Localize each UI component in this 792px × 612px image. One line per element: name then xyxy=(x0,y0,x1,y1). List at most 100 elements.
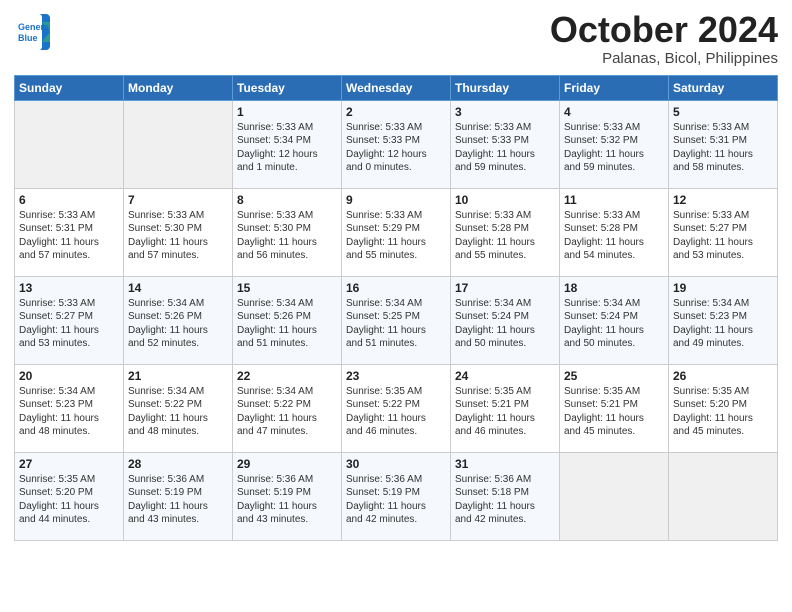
calendar-cell: 16Sunrise: 5:34 AM Sunset: 5:25 PM Dayli… xyxy=(342,276,451,364)
calendar-cell: 13 Sunrise: 5:33 AM Sunset: 5:27 PM Dayli… xyxy=(15,276,124,364)
day-number: 15 xyxy=(237,281,337,295)
day-number: 25 xyxy=(564,369,664,383)
day-info: Sunrise: 5:34 AM Sunset: 5:25 PM Dayligh… xyxy=(346,297,446,351)
day-number: 12 xyxy=(673,193,773,207)
day-info: Sunrise: 5:36 AM Sunset: 5:19 PM Dayligh… xyxy=(237,473,337,527)
calendar-cell: 3Sunrise: 5:33 AM Sunset: 5:33 PM Daylig… xyxy=(451,100,560,188)
calendar-cell: 9 Sunrise: 5:33 AM Sunset: 5:29 PM Daylig… xyxy=(342,188,451,276)
calendar-cell: 30 Sunrise: 5:36 AM Sunset: 5:19 PM Dayli… xyxy=(342,452,451,540)
day-number: 13 xyxy=(19,281,119,295)
day-number: 23 xyxy=(346,369,446,383)
page-subtitle: Palanas, Bicol, Philippines xyxy=(550,50,778,67)
day-info: Sunrise: 5:34 AM Sunset: 5:24 PM Dayligh… xyxy=(564,297,664,351)
day-number: 8 xyxy=(237,193,337,207)
day-info: Sunrise: 5:34 AM Sunset: 5:23 PM Dayligh… xyxy=(19,385,119,439)
calendar-cell: 4Sunrise: 5:33 AM Sunset: 5:32 PM Daylig… xyxy=(560,100,669,188)
calendar-table: SundayMondayTuesdayWednesdayThursdayFrid… xyxy=(14,75,778,541)
day-info: Sunrise: 5:35 AM Sunset: 5:21 PM Dayligh… xyxy=(564,385,664,439)
day-info: Sunrise: 5:33 AM Sunset: 5:28 PM Dayligh… xyxy=(564,209,664,263)
day-number: 11 xyxy=(564,193,664,207)
day-number: 14 xyxy=(128,281,228,295)
calendar-cell: 1 Sunrise: 5:33 AM Sunset: 5:34 PM Daylig… xyxy=(233,100,342,188)
day-number: 4 xyxy=(564,105,664,119)
day-number: 2 xyxy=(346,105,446,119)
day-number: 26 xyxy=(673,369,773,383)
calendar-cell: 21 Sunrise: 5:34 AM Sunset: 5:22 PM Dayli… xyxy=(124,364,233,452)
day-number: 5 xyxy=(673,105,773,119)
day-number: 30 xyxy=(346,457,446,471)
calendar-cell: 12Sunrise: 5:33 AM Sunset: 5:27 PM Dayli… xyxy=(669,188,778,276)
calendar-cell: 17 Sunrise: 5:34 AM Sunset: 5:24 PM Dayli… xyxy=(451,276,560,364)
calendar-cell: 26 Sunrise: 5:35 AM Sunset: 5:20 PM Dayli… xyxy=(669,364,778,452)
column-header-sunday: Sunday xyxy=(15,75,124,100)
day-info: Sunrise: 5:35 AM Sunset: 5:21 PM Dayligh… xyxy=(455,385,555,439)
calendar-cell: 8 Sunrise: 5:33 AM Sunset: 5:30 PM Daylig… xyxy=(233,188,342,276)
calendar-cell xyxy=(560,452,669,540)
day-number: 19 xyxy=(673,281,773,295)
calendar-cell: 10 Sunrise: 5:33 AM Sunset: 5:28 PM Dayli… xyxy=(451,188,560,276)
calendar-cell: 15Sunrise: 5:34 AM Sunset: 5:26 PM Dayli… xyxy=(233,276,342,364)
calendar-cell: 22Sunrise: 5:34 AM Sunset: 5:22 PM Dayli… xyxy=(233,364,342,452)
day-number: 10 xyxy=(455,193,555,207)
day-info: Sunrise: 5:36 AM Sunset: 5:19 PM Dayligh… xyxy=(346,473,446,527)
day-info: Sunrise: 5:33 AM Sunset: 5:31 PM Dayligh… xyxy=(673,121,773,175)
svg-text:Blue: Blue xyxy=(18,33,38,43)
calendar-cell: 7 Sunrise: 5:33 AM Sunset: 5:30 PM Daylig… xyxy=(124,188,233,276)
day-info: Sunrise: 5:35 AM Sunset: 5:20 PM Dayligh… xyxy=(19,473,119,527)
day-number: 29 xyxy=(237,457,337,471)
calendar-cell: 24Sunrise: 5:35 AM Sunset: 5:21 PM Dayli… xyxy=(451,364,560,452)
day-number: 18 xyxy=(564,281,664,295)
day-info: Sunrise: 5:35 AM Sunset: 5:20 PM Dayligh… xyxy=(673,385,773,439)
day-info: Sunrise: 5:33 AM Sunset: 5:27 PM Dayligh… xyxy=(19,297,119,351)
calendar-cell: 29 Sunrise: 5:36 AM Sunset: 5:19 PM Dayli… xyxy=(233,452,342,540)
calendar-cell: 6 Sunrise: 5:33 AM Sunset: 5:31 PM Daylig… xyxy=(15,188,124,276)
calendar-header: SundayMondayTuesdayWednesdayThursdayFrid… xyxy=(15,75,778,100)
page-title: October 2024 xyxy=(550,10,778,50)
day-info: Sunrise: 5:33 AM Sunset: 5:30 PM Dayligh… xyxy=(128,209,228,263)
column-header-friday: Friday xyxy=(560,75,669,100)
day-info: Sunrise: 5:34 AM Sunset: 5:23 PM Dayligh… xyxy=(673,297,773,351)
calendar-cell: 14 Sunrise: 5:34 AM Sunset: 5:26 PM Dayli… xyxy=(124,276,233,364)
calendar-cell xyxy=(124,100,233,188)
column-header-wednesday: Wednesday xyxy=(342,75,451,100)
day-info: Sunrise: 5:36 AM Sunset: 5:18 PM Dayligh… xyxy=(455,473,555,527)
calendar-cell xyxy=(15,100,124,188)
calendar-cell: 20Sunrise: 5:34 AM Sunset: 5:23 PM Dayli… xyxy=(15,364,124,452)
day-info: Sunrise: 5:33 AM Sunset: 5:33 PM Dayligh… xyxy=(455,121,555,175)
day-info: Sunrise: 5:33 AM Sunset: 5:29 PM Dayligh… xyxy=(346,209,446,263)
title-block: October 2024 Palanas, Bicol, Philippines xyxy=(550,10,778,67)
day-info: Sunrise: 5:34 AM Sunset: 5:22 PM Dayligh… xyxy=(237,385,337,439)
column-header-monday: Monday xyxy=(124,75,233,100)
calendar-cell: 11 Sunrise: 5:33 AM Sunset: 5:28 PM Dayli… xyxy=(560,188,669,276)
column-header-tuesday: Tuesday xyxy=(233,75,342,100)
calendar-cell: 18 Sunrise: 5:34 AM Sunset: 5:24 PM Dayli… xyxy=(560,276,669,364)
calendar-cell: 5 Sunrise: 5:33 AM Sunset: 5:31 PM Daylig… xyxy=(669,100,778,188)
day-info: Sunrise: 5:33 AM Sunset: 5:28 PM Dayligh… xyxy=(455,209,555,263)
day-info: Sunrise: 5:34 AM Sunset: 5:26 PM Dayligh… xyxy=(128,297,228,351)
day-info: Sunrise: 5:35 AM Sunset: 5:22 PM Dayligh… xyxy=(346,385,446,439)
day-number: 21 xyxy=(128,369,228,383)
day-number: 6 xyxy=(19,193,119,207)
calendar-cell: 27 Sunrise: 5:35 AM Sunset: 5:20 PM Dayli… xyxy=(15,452,124,540)
day-number: 1 xyxy=(237,105,337,119)
day-number: 17 xyxy=(455,281,555,295)
day-info: Sunrise: 5:34 AM Sunset: 5:22 PM Dayligh… xyxy=(128,385,228,439)
calendar-cell: 28Sunrise: 5:36 AM Sunset: 5:19 PM Dayli… xyxy=(124,452,233,540)
column-header-thursday: Thursday xyxy=(451,75,560,100)
day-info: Sunrise: 5:33 AM Sunset: 5:31 PM Dayligh… xyxy=(19,209,119,263)
day-number: 28 xyxy=(128,457,228,471)
day-number: 9 xyxy=(346,193,446,207)
day-number: 31 xyxy=(455,457,555,471)
page: General Blue October 2024 Palanas, Bicol… xyxy=(0,0,792,612)
day-info: Sunrise: 5:33 AM Sunset: 5:30 PM Dayligh… xyxy=(237,209,337,263)
calendar-cell: 31 Sunrise: 5:36 AM Sunset: 5:18 PM Dayli… xyxy=(451,452,560,540)
calendar-cell: 25 Sunrise: 5:35 AM Sunset: 5:21 PM Dayli… xyxy=(560,364,669,452)
calendar-cell xyxy=(669,452,778,540)
logo: General Blue xyxy=(14,14,50,50)
day-info: Sunrise: 5:34 AM Sunset: 5:24 PM Dayligh… xyxy=(455,297,555,351)
day-info: Sunrise: 5:33 AM Sunset: 5:34 PM Dayligh… xyxy=(237,121,337,175)
day-number: 7 xyxy=(128,193,228,207)
header: General Blue October 2024 Palanas, Bicol… xyxy=(14,10,778,67)
svg-text:General: General xyxy=(18,22,50,32)
day-number: 27 xyxy=(19,457,119,471)
